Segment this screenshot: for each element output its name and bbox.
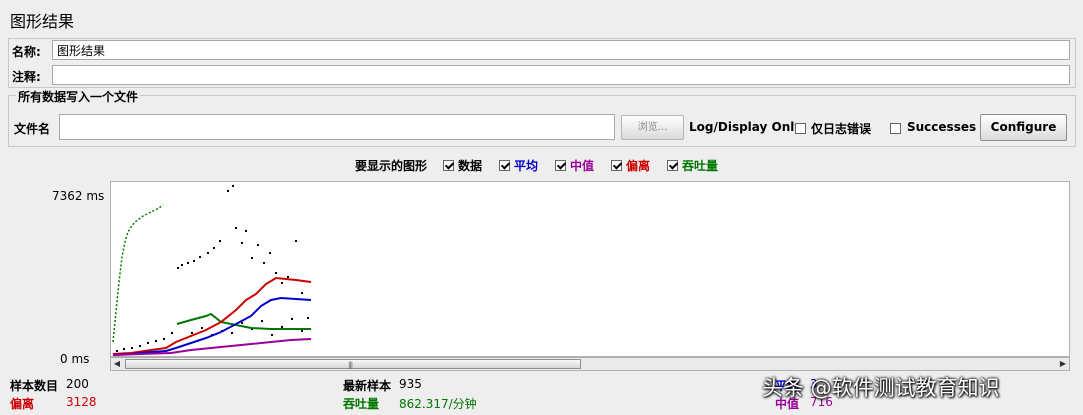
log-display-label: Log/Display Only:: [689, 120, 807, 134]
graph-horizontal-scrollbar[interactable]: ◀ ||| ▶: [110, 357, 1070, 371]
option-deviation[interactable]: 偏离: [611, 157, 650, 174]
sample-count-value: 200: [66, 377, 89, 391]
grip-icon: |||: [348, 361, 353, 369]
option-throughput[interactable]: 吞吐量: [667, 157, 718, 174]
filename-label: 文件名: [14, 122, 51, 136]
checkbox-box: [890, 123, 901, 134]
throughput-series-line: [112, 204, 164, 343]
latest-sample-value: 935: [399, 377, 422, 391]
browse-button[interactable]: 浏览...: [621, 115, 684, 140]
scroll-thumb[interactable]: |||: [125, 359, 581, 369]
deviation-value: 3128: [66, 395, 97, 409]
successes-checkbox[interactable]: [890, 121, 901, 135]
y-axis-min-label: 0 ms: [60, 352, 90, 366]
watermark: 头条 @软件测试教育知识: [762, 376, 1000, 400]
configure-button[interactable]: Configure: [980, 114, 1067, 141]
errors-only-label: 仅日志错误: [811, 122, 872, 136]
results-graph-canvas: [112, 185, 312, 356]
scroll-right-icon[interactable]: ▶: [1057, 358, 1069, 370]
throughput-series-line-lower: [176, 312, 311, 330]
page-title: 图形结果: [10, 12, 75, 31]
errors-only-checkbox[interactable]: [795, 121, 806, 135]
option-data[interactable]: 数据: [443, 157, 482, 174]
deviation-label: 偏离: [10, 397, 35, 411]
graph-options-label: 要显示的图形: [355, 159, 428, 173]
checkbox-box: [611, 160, 622, 171]
name-input[interactable]: [52, 40, 1070, 60]
checkbox-box: [667, 160, 678, 171]
option-median[interactable]: 中值: [555, 157, 594, 174]
filename-input[interactable]: [59, 114, 615, 140]
throughput-value: 862.317/分钟: [399, 397, 477, 411]
checkbox-box: [443, 160, 454, 171]
checkbox-box: [499, 160, 510, 171]
y-axis-max-label: 7362 ms: [52, 189, 105, 203]
checkbox-box: [795, 123, 806, 134]
successes-label: Successes: [907, 120, 977, 134]
comment-label: 注释:: [12, 70, 41, 84]
results-graph: [110, 181, 1070, 357]
sample-count-label: 样本数目: [10, 379, 59, 393]
checkbox-box: [555, 160, 566, 171]
comment-input[interactable]: [52, 65, 1070, 85]
scroll-left-icon[interactable]: ◀: [111, 358, 123, 370]
latest-sample-label: 最新样本: [343, 379, 392, 393]
name-label: 名称:: [12, 45, 41, 59]
option-average[interactable]: 平均: [499, 157, 538, 174]
throughput-label: 吞吐量: [343, 397, 380, 411]
file-section-legend: 所有数据写入一个文件: [16, 88, 141, 105]
